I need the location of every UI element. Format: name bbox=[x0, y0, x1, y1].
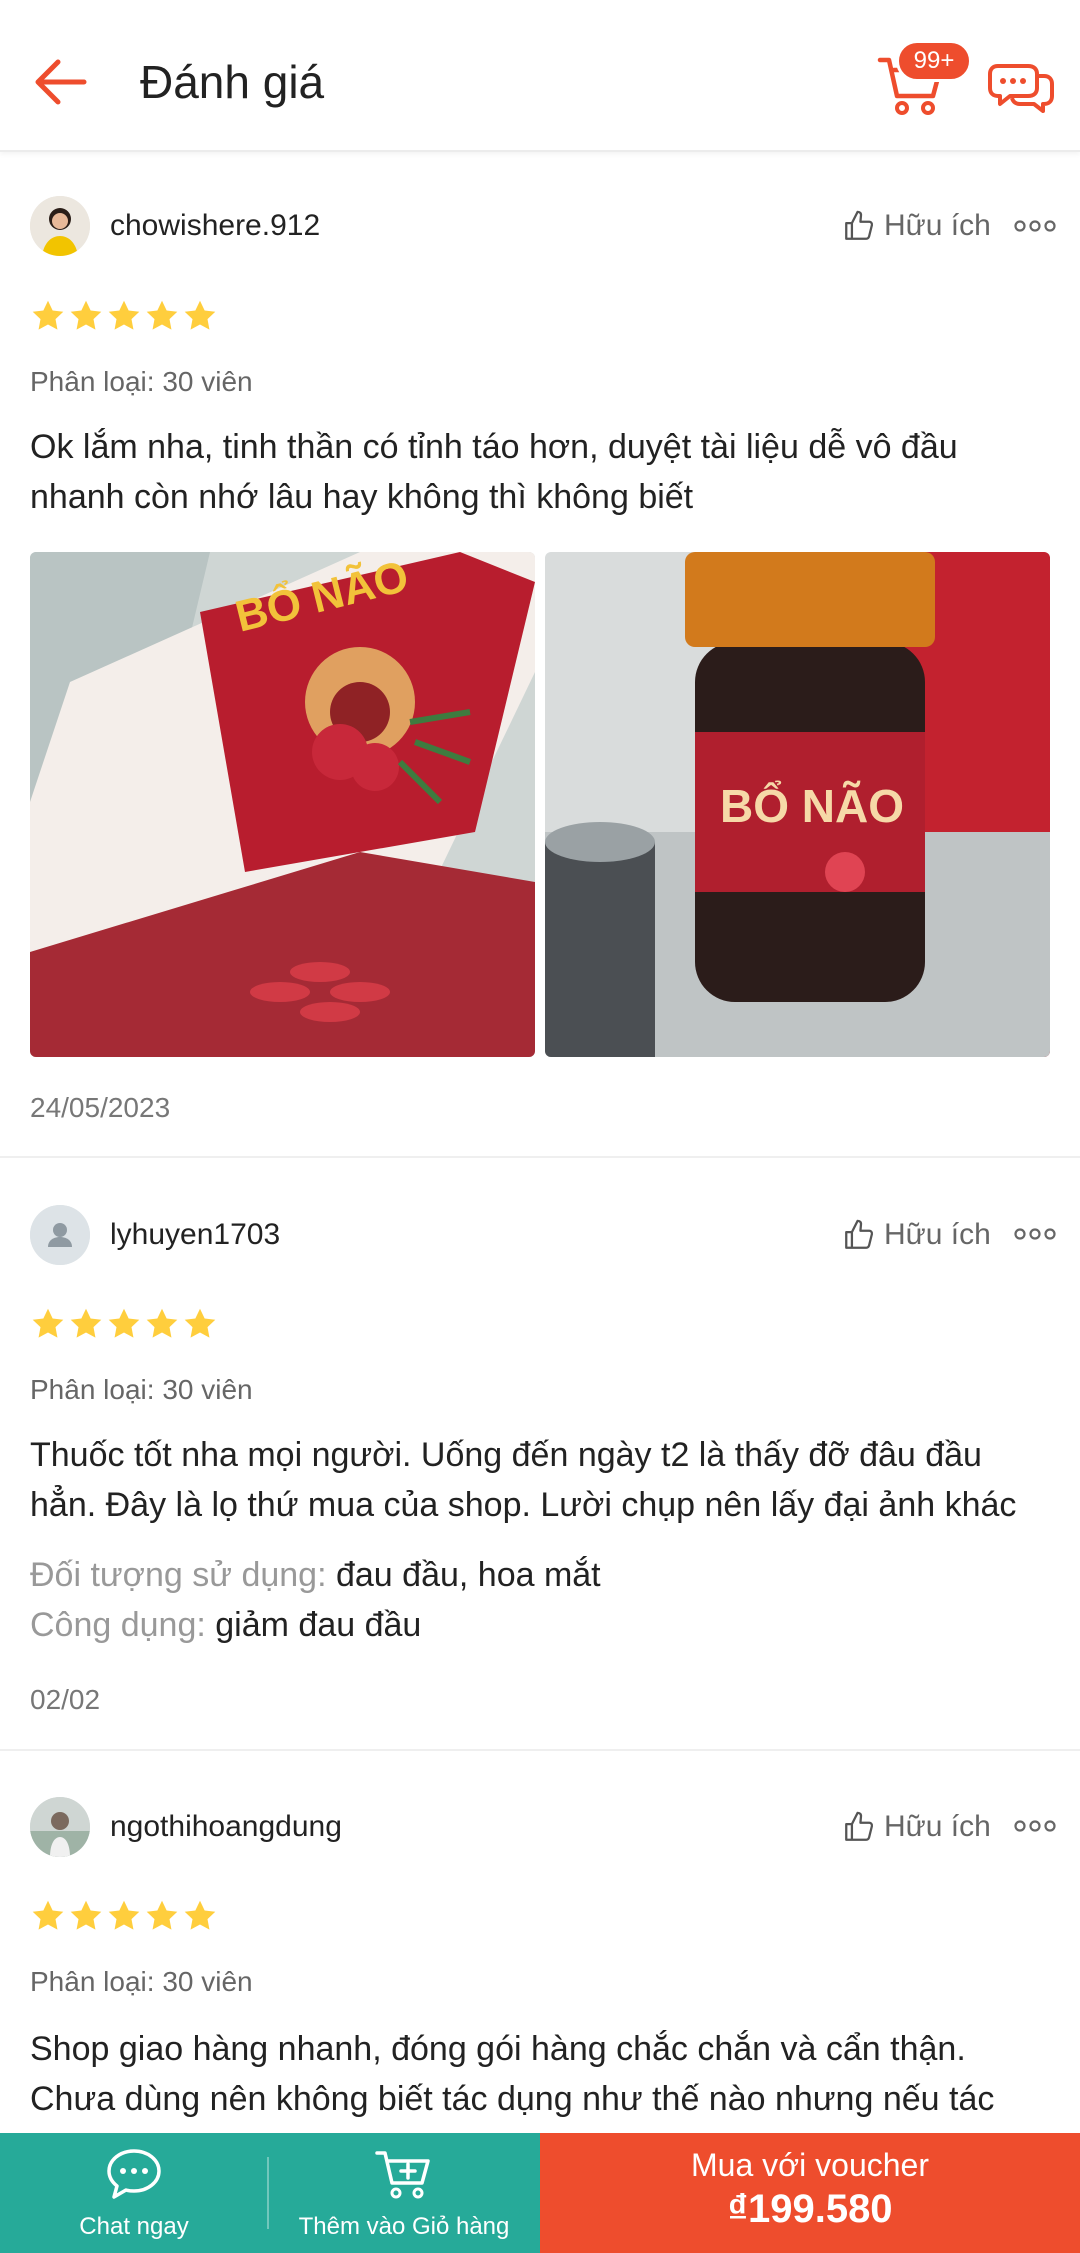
review-photo[interactable]: BỔ NÃO bbox=[545, 552, 1050, 1057]
star-rating bbox=[30, 1306, 218, 1342]
add-to-cart-label: Thêm vào Giỏ hàng bbox=[298, 2213, 510, 2240]
separator bbox=[267, 2157, 269, 2229]
chat-icon bbox=[107, 2149, 161, 2199]
bottom-action-bar: Chat ngay Thêm vào Giỏ hàng Mua với vouc… bbox=[0, 2133, 1080, 2253]
star-icon bbox=[68, 298, 104, 334]
back-arrow-icon[interactable] bbox=[28, 48, 96, 116]
chat-now-button[interactable]: Chat ngay bbox=[0, 2133, 268, 2253]
star-icon bbox=[106, 298, 142, 334]
review-text: Ok lắm nha, tinh thần có tỉnh táo hơn, d… bbox=[30, 428, 958, 516]
attribute-usage-target: Đối tượng sử dụng: đau đầu, hoa mắt bbox=[30, 1550, 601, 1600]
star-icon bbox=[30, 1898, 66, 1934]
helpful-button[interactable]: Hữu ích bbox=[842, 206, 991, 246]
review-text: Shop giao hàng nhanh, đóng gói hàng chắc… bbox=[30, 2030, 995, 2118]
thumbs-up-icon bbox=[842, 1218, 876, 1252]
star-icon bbox=[68, 1306, 104, 1342]
star-icon bbox=[182, 298, 218, 334]
more-options-icon[interactable] bbox=[1014, 1819, 1056, 1833]
avatar[interactable] bbox=[30, 196, 90, 256]
attribute-key: Công dụng: bbox=[30, 1606, 206, 1644]
buy-with-voucher-label: Mua với voucher bbox=[691, 2147, 929, 2183]
variant-label: Phân loại: 30 viên bbox=[30, 366, 253, 397]
thumbs-up-icon bbox=[842, 209, 876, 243]
svg-text:BỔ NÃO: BỔ NÃO bbox=[720, 780, 904, 832]
review-text: Thuốc tốt nha mọi người. Uống đến ngày t… bbox=[30, 1436, 1017, 1524]
avatar[interactable] bbox=[30, 1205, 90, 1265]
avatar[interactable] bbox=[30, 1797, 90, 1857]
app-header: Đánh giá 99+ bbox=[0, 0, 1080, 152]
review-date: 02/02 bbox=[30, 1684, 101, 1715]
review-photo[interactable]: BỔ NÃO bbox=[30, 552, 535, 1057]
star-icon bbox=[106, 1306, 142, 1342]
star-icon bbox=[182, 1306, 218, 1342]
chat-icon[interactable] bbox=[986, 52, 1056, 118]
username[interactable]: chowishere.912 bbox=[110, 206, 320, 246]
username[interactable]: lyhuyen1703 bbox=[110, 1215, 280, 1255]
review-date: 24/05/2023 bbox=[30, 1092, 171, 1123]
buy-with-voucher-button[interactable]: Mua với voucher ₫199.580 bbox=[540, 2133, 1080, 2253]
more-options-icon[interactable] bbox=[1014, 219, 1056, 233]
star-icon bbox=[68, 1898, 104, 1934]
star-icon bbox=[144, 1898, 180, 1934]
helpful-label: Hữu ích bbox=[884, 209, 991, 242]
star-icon bbox=[106, 1898, 142, 1934]
thumbs-up-icon bbox=[842, 1810, 876, 1844]
more-options-icon[interactable] bbox=[1014, 1227, 1056, 1241]
chat-now-label: Chat ngay bbox=[79, 2213, 189, 2240]
add-to-cart-button[interactable]: Thêm vào Giỏ hàng bbox=[268, 2133, 540, 2253]
voucher-price: ₫199.580 bbox=[727, 2187, 893, 2231]
username[interactable]: ngothihoangdung bbox=[110, 1807, 342, 1847]
variant-label: Phân loại: 30 viên bbox=[30, 1374, 253, 1405]
divider bbox=[0, 1749, 1080, 1751]
star-icon bbox=[182, 1898, 218, 1934]
attribute-effect: Công dụng: giảm đau đầu bbox=[30, 1600, 421, 1650]
page-title: Đánh giá bbox=[140, 56, 325, 108]
star-icon bbox=[144, 1306, 180, 1342]
attribute-value: giảm đau đầu bbox=[215, 1606, 422, 1644]
star-icon bbox=[30, 1306, 66, 1342]
star-rating bbox=[30, 1898, 218, 1934]
variant-label: Phân loại: 30 viên bbox=[30, 1966, 253, 1997]
star-icon bbox=[30, 298, 66, 334]
attribute-key: Đối tượng sử dụng: bbox=[30, 1556, 327, 1594]
star-icon bbox=[144, 298, 180, 334]
helpful-button[interactable]: Hữu ích bbox=[842, 1807, 991, 1847]
star-rating bbox=[30, 298, 218, 334]
helpful-label: Hữu ích bbox=[884, 1810, 991, 1843]
divider bbox=[0, 1156, 1080, 1158]
helpful-button[interactable]: Hữu ích bbox=[842, 1215, 991, 1255]
cart-count-badge: 99+ bbox=[896, 40, 972, 82]
add-to-cart-icon bbox=[375, 2151, 430, 2199]
attribute-value: đau đầu, hoa mắt bbox=[335, 1556, 601, 1594]
helpful-label: Hữu ích bbox=[884, 1218, 991, 1251]
